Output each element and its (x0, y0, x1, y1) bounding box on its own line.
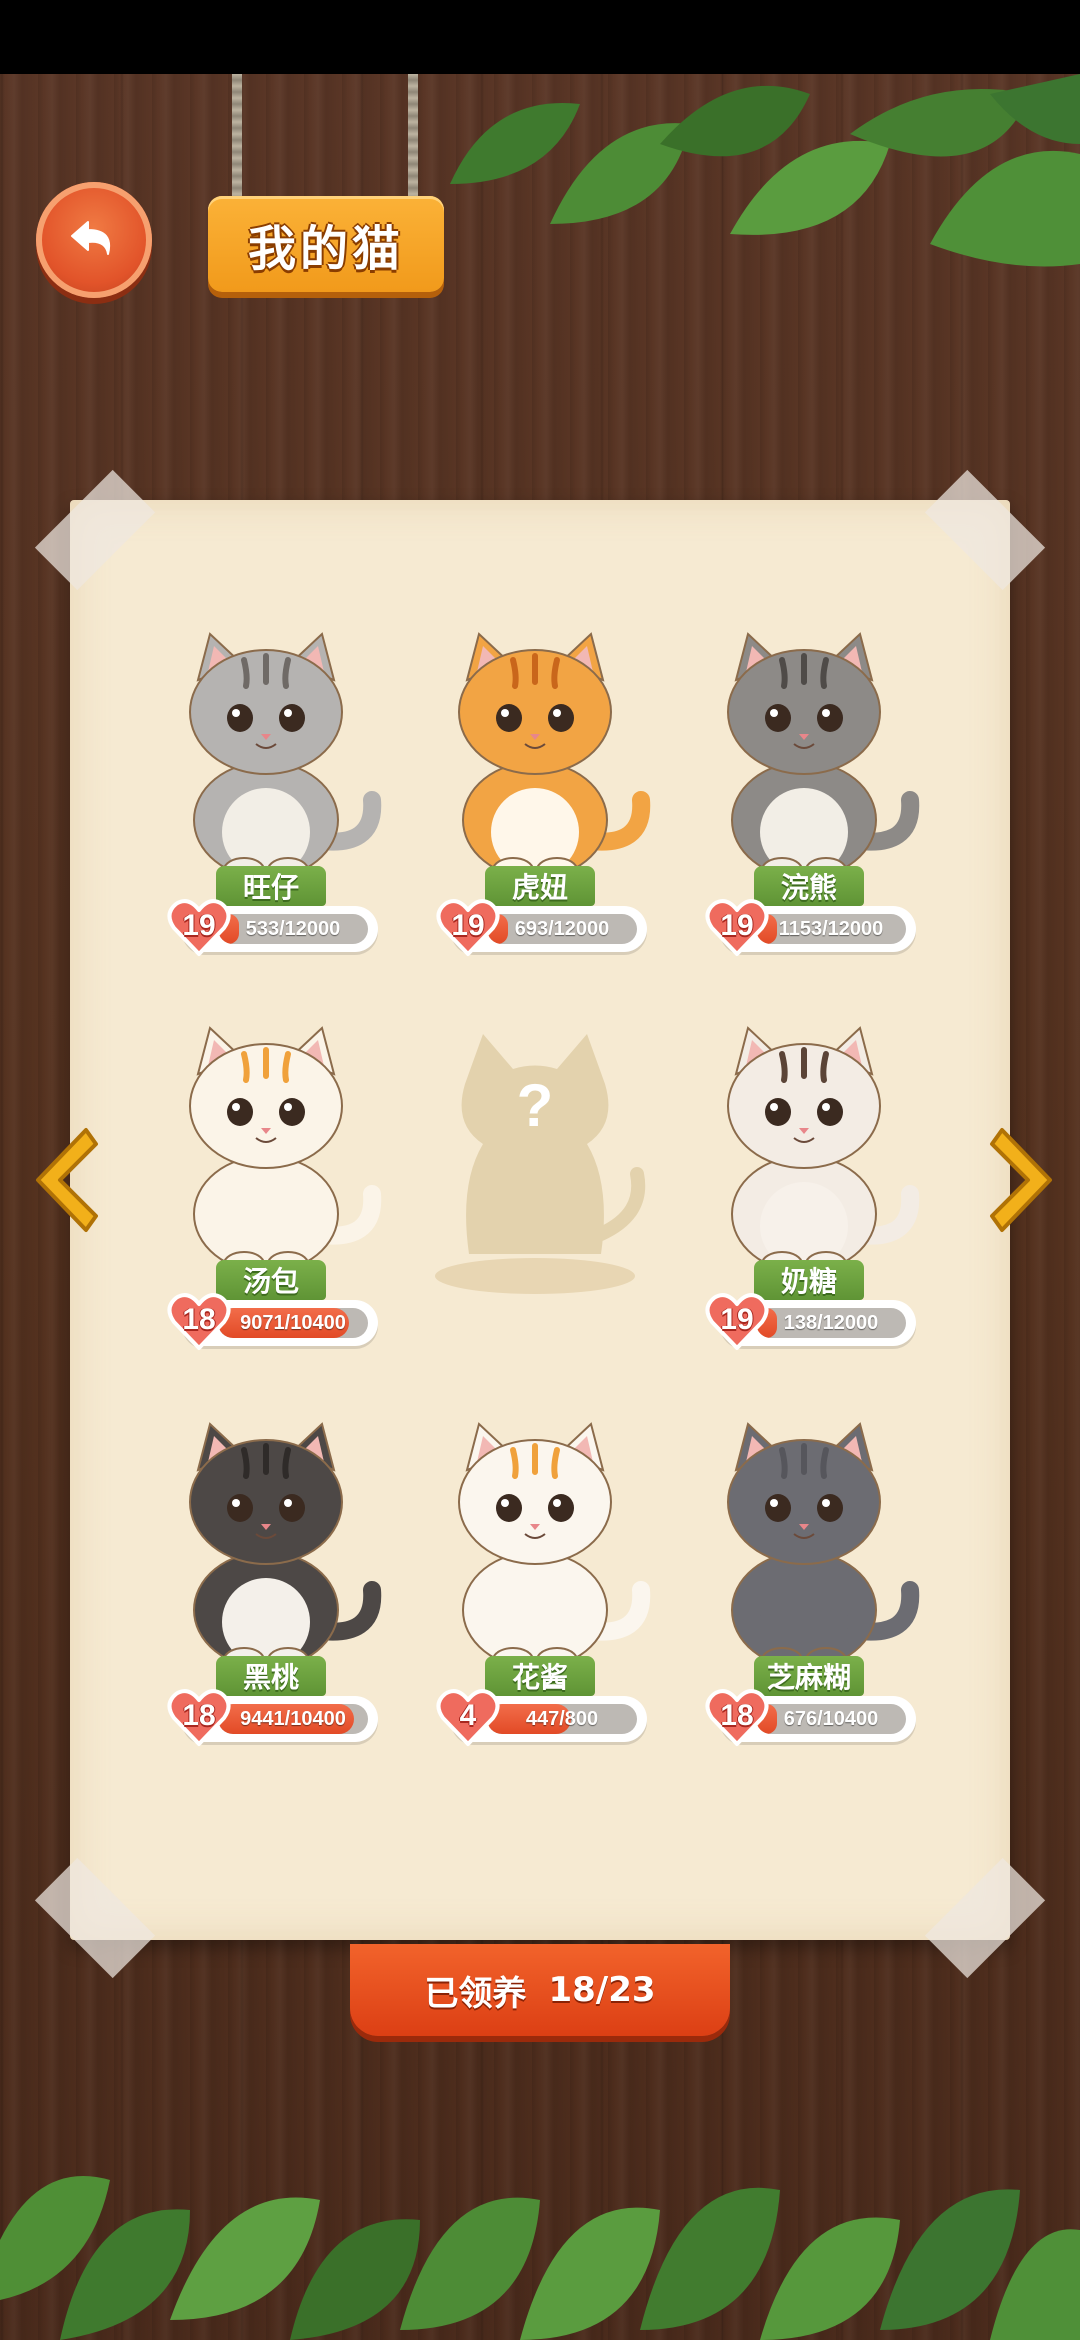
cat-level: 19 (451, 909, 485, 942)
heart-icon: 19 (704, 1290, 770, 1352)
cat-illustration (189, 1422, 382, 1673)
cat-card[interactable]: 芝麻糊 676/10400 18 (674, 1410, 934, 1770)
progress-track: 693/12000 (487, 914, 637, 944)
heart-icon: 19 (704, 896, 770, 958)
cat-card[interactable]: 奶糖 138/12000 19 (674, 1014, 934, 1374)
leaves-decoration-top (450, 74, 1080, 267)
progress-text: 1153/12000 (778, 917, 884, 940)
chevron-left-icon[interactable] (24, 1120, 104, 1240)
back-button[interactable] (36, 182, 152, 298)
heart-icon: 18 (166, 1290, 232, 1352)
progress-text: 9441/10400 (240, 1707, 346, 1730)
title-sign: 我的猫 (208, 196, 444, 292)
cat-name-tag: 虎妞 (485, 866, 595, 906)
cat-illustration (727, 632, 920, 883)
progress-track: 533/12000 (218, 914, 368, 944)
cat-name-tag: 浣熊 (754, 866, 864, 906)
adopted-count: 18/23 (548, 1970, 656, 2010)
progress-track: 9071/10400 (218, 1308, 368, 1338)
cat-level: 19 (720, 1303, 754, 1336)
cat-name-tag: 奶糖 (754, 1260, 864, 1300)
heart-icon: 4 (435, 1686, 501, 1748)
cat-card[interactable]: 浣熊 1153/12000 19 (674, 620, 934, 980)
heart-icon: 19 (435, 896, 501, 958)
progress-track: 138/12000 (756, 1308, 906, 1338)
locked-cat-silhouette: ? (435, 1034, 646, 1294)
cat-name-tag: 旺仔 (216, 866, 326, 906)
cat-name-tag: 花酱 (485, 1656, 595, 1696)
adopted-counter: 已领养 18/23 (350, 1944, 730, 2036)
cat-illustration (189, 632, 382, 883)
progress-text: 676/10400 (783, 1707, 879, 1730)
cat-level: 19 (182, 909, 216, 942)
back-arrow-icon (71, 221, 110, 255)
cat-illustration (727, 1422, 920, 1673)
sign-rope-right (408, 74, 418, 204)
cat-name-tag: 黑桃 (216, 1656, 326, 1696)
heart-icon: 18 (166, 1686, 232, 1748)
progress-track: 9441/10400 (218, 1704, 368, 1734)
cat-illustration (458, 632, 651, 883)
cat-name-tag: 芝麻糊 (754, 1656, 864, 1696)
sign-rope-left (232, 74, 242, 204)
progress-track: 447/800 (487, 1704, 637, 1734)
cat-card-locked[interactable]: ? (405, 1014, 665, 1374)
heart-icon: 18 (704, 1686, 770, 1748)
question-mark: ? (517, 1072, 554, 1139)
cat-level: 18 (182, 1699, 216, 1732)
cat-level: 18 (720, 1699, 754, 1732)
progress-track: 676/10400 (756, 1704, 906, 1734)
cat-card[interactable]: 花酱 447/800 4 (405, 1410, 665, 1770)
progress-text: 447/800 (525, 1707, 599, 1730)
cat-name-tag: 汤包 (216, 1260, 326, 1300)
chevron-right-icon[interactable] (984, 1120, 1064, 1240)
cat-level: 19 (720, 909, 754, 942)
cat-level: 18 (182, 1303, 216, 1336)
leaves-decoration-bottom (0, 2176, 1080, 2340)
progress-text: 693/12000 (514, 917, 610, 940)
cat-illustration (189, 1026, 382, 1277)
progress-text: 138/12000 (783, 1311, 879, 1334)
cat-card[interactable]: 旺仔 533/12000 19 (136, 620, 396, 980)
status-bar (0, 0, 1080, 74)
cat-illustration (727, 1026, 920, 1277)
cat-card[interactable]: 汤包 9071/10400 18 (136, 1014, 396, 1374)
cat-illustration (458, 1422, 651, 1673)
cat-card[interactable]: 黑桃 9441/10400 18 (136, 1410, 396, 1770)
heart-icon: 19 (166, 896, 232, 958)
progress-track: 1153/12000 (756, 914, 906, 944)
progress-text: 9071/10400 (240, 1311, 346, 1334)
cat-card[interactable]: 虎妞 693/12000 19 (405, 620, 665, 980)
cat-level: 4 (459, 1699, 477, 1732)
progress-text: 533/12000 (245, 917, 341, 940)
page-title: 我的猫 (247, 221, 404, 277)
adopted-label: 已领养 (424, 1973, 527, 2014)
